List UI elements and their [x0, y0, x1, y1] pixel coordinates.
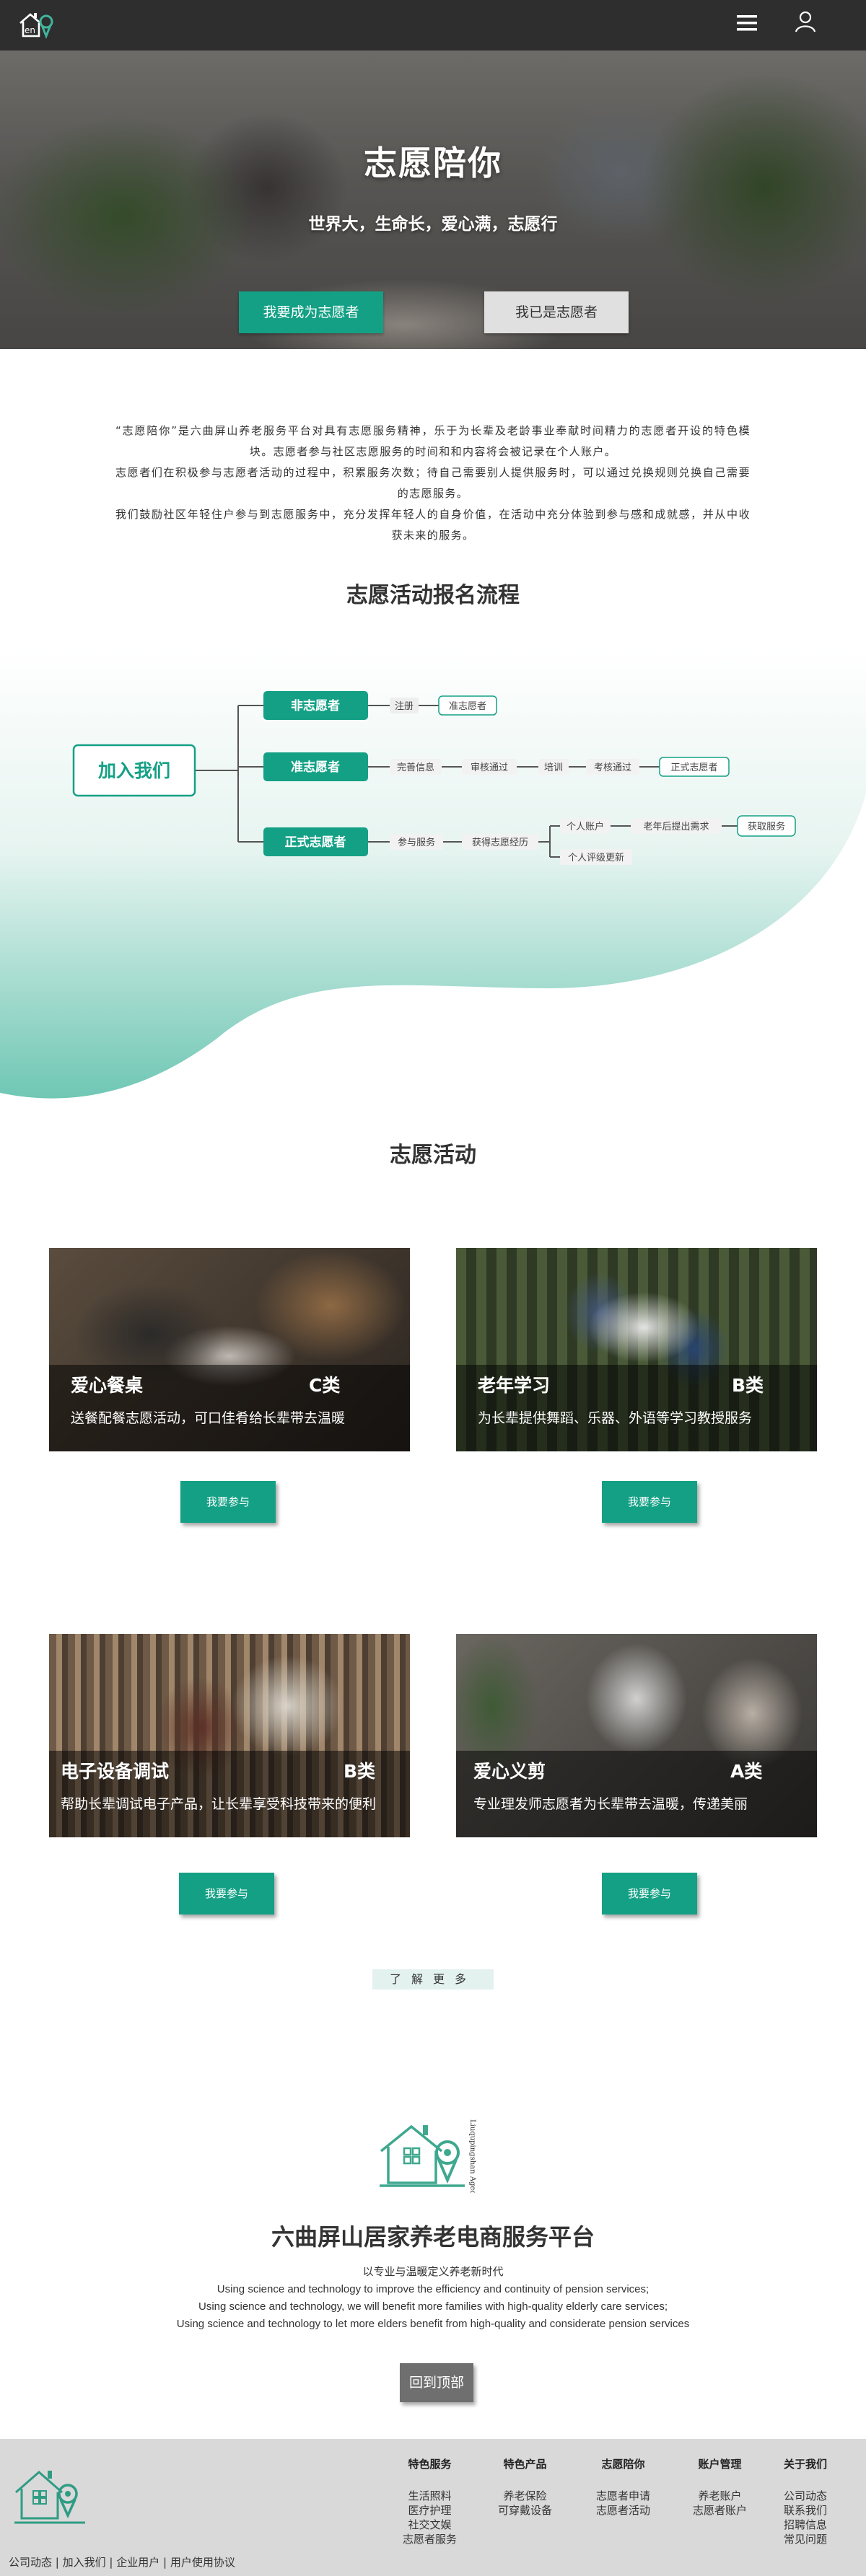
footer-link[interactable]: 可穿戴设备 [498, 2503, 552, 2518]
card-class-badge: B类 [732, 1375, 764, 1396]
intro-paragraph: “志愿陪你”是六曲屏山养老服务平台对具有志愿服务精神，乐于为长辈及老龄事业奉献时… [115, 424, 751, 458]
step-review-passed: 审核通过 [471, 762, 508, 773]
card-description: 送餐配餐志愿活动，可口佳肴给长辈带去温暖 [71, 1410, 346, 1426]
footer-bottom-link[interactable]: 公司动态 [9, 2556, 52, 2569]
join-us-label: 加入我们 [97, 760, 170, 781]
footer-link[interactable]: 志愿者账户 [693, 2503, 747, 2518]
back-to-top-button[interactable]: 回到顶部 [400, 2363, 473, 2402]
footer-link[interactable]: 社交文娱 [403, 2518, 457, 2532]
footer-link[interactable]: 公司动态 [784, 2489, 827, 2503]
footer-bottom-link[interactable]: 用户使用协议 [170, 2556, 235, 2569]
card-title: 电子设备调试 [61, 1761, 170, 1782]
platform-slogan-line: Using science and technology to let more… [176, 2318, 690, 2330]
footer-link[interactable]: 招聘信息 [784, 2518, 827, 2532]
top-navigation-bar: en [0, 0, 866, 50]
hero-banner: 志愿陪你 世界大，生命长，爱心满，志愿行 我要成为志愿者 我已是志愿者 [0, 50, 866, 349]
card-class-badge: C类 [309, 1375, 341, 1396]
intro-paragraph: 志愿者们在积极参与志愿者活动的过程中，积累服务次数；待自己需要别人提供服务时，可… [115, 466, 751, 500]
footer-column-services: 特色服务 生活照料 医疗护理 社交文娱 志愿者服务 [403, 2456, 457, 2546]
platform-slogan-line: 以专业与温暖定义养老新时代 [362, 2266, 504, 2278]
footer-link[interactable]: 生活照料 [403, 2489, 457, 2503]
platform-slogan-line: Using science and technology, we will be… [198, 2300, 668, 2313]
official-volunteer-label: 正式志愿者 [285, 835, 346, 850]
activity-card-learning[interactable]: 老年学习 B类 为长辈提供舞蹈、乐器、外语等学习教授服务 [456, 1248, 817, 1451]
footer-bottom-links: 公司动态 | 加入我们 | 企业用户 | 用户使用协议 [9, 2556, 235, 2569]
join-devices-button[interactable]: 我要参与 [179, 1873, 274, 1915]
learn-more-link[interactable]: 了解更多 [372, 1969, 494, 1990]
prospective-volunteer-label: 准志愿者 [291, 760, 340, 775]
process-section-title: 志愿活动报名流程 [346, 583, 520, 608]
card-title: 爱心餐桌 [71, 1375, 144, 1396]
step-training: 培训 [544, 762, 563, 773]
platform-logo-side-text: Liuqupingshan Aged Service [468, 2119, 476, 2193]
platform-title: 六曲屏山居家养老电商服务平台 [271, 2223, 595, 2251]
card-class-badge: A类 [730, 1761, 763, 1782]
join-meals-button[interactable]: 我要参与 [180, 1481, 276, 1523]
footer-link[interactable]: 养老账户 [693, 2489, 747, 2503]
footer-column-title: 关于我们 [784, 2458, 828, 2471]
activity-card-devices[interactable]: 电子设备调试 B类 帮助长辈调试电子产品，让长辈享受科技带来的便利 [49, 1634, 410, 1837]
step-gain-experience: 获得志愿经历 [472, 837, 528, 848]
footer-link[interactable]: 养老保险 [498, 2489, 552, 2503]
footer-bottom-link[interactable]: 企业用户 [116, 2556, 159, 2569]
card-title: 老年学习 [478, 1375, 551, 1396]
non-volunteer-label: 非志愿者 [291, 698, 340, 713]
platform-logo-icon: Liuqupingshan Aged Service [380, 2119, 476, 2193]
card-description: 帮助长辈调试电子产品，让长辈享受科技带来的便利 [61, 1796, 377, 1812]
footer-link[interactable]: 志愿者活动 [596, 2503, 650, 2518]
card-description: 专业理发师志愿者为长辈带去温暖，传递美丽 [473, 1796, 748, 1812]
footer-column-products: 特色产品 养老保险 可穿戴设备 [498, 2456, 552, 2518]
footer-link[interactable]: 常见问题 [784, 2532, 827, 2546]
card-title: 爱心义剪 [473, 1761, 546, 1782]
footer-column-title: 志愿陪你 [601, 2458, 645, 2471]
hero-subtitle: 世界大，生命长，爱心满，志愿行 [308, 215, 558, 234]
hero-image-overlay [0, 50, 866, 349]
footer-link[interactable]: 志愿者申请 [596, 2489, 650, 2503]
step-rating-update: 个人评级更新 [568, 852, 624, 863]
footer: 特色服务 生活照料 医疗护理 社交文娱 志愿者服务 特色产品 养老保险 可穿戴设… [0, 2439, 866, 2576]
footer-logo-icon[interactable] [13, 2462, 95, 2527]
footer-link[interactable]: 医疗护理 [403, 2503, 457, 2518]
registration-process-diagram: 加入我们 非志愿者 准志愿者 正式志愿者 注册 准志愿者 完善信息 审核通过 培… [72, 691, 796, 865]
intro-text: “志愿陪你”是六曲屏山养老服务平台对具有志愿服务精神，乐于为长辈及老龄事业奉献时… [115, 421, 751, 546]
user-icon[interactable] [792, 9, 818, 35]
step-official-volunteer: 正式志愿者 [670, 762, 717, 773]
footer-column-account: 账户管理 养老账户 志愿者账户 [693, 2456, 747, 2518]
activities-section-title: 志愿活动 [390, 1143, 476, 1168]
footer-column-volunteer: 志愿陪你 志愿者申请 志愿者活动 [596, 2456, 650, 2518]
step-participate-service: 参与服务 [398, 837, 435, 848]
step-register: 注册 [395, 701, 414, 712]
step-prospective-volunteer: 准志愿者 [449, 701, 486, 712]
footer-link[interactable]: 联系我们 [784, 2503, 827, 2518]
step-obtain-service: 获取服务 [748, 821, 785, 832]
card-class-badge: B类 [344, 1761, 376, 1782]
already-volunteer-button[interactable]: 我已是志愿者 [484, 291, 629, 333]
footer-column-title: 特色服务 [408, 2458, 452, 2471]
activity-card-haircut[interactable]: 爱心义剪 A类 专业理发师志愿者为长辈带去温暖，传递美丽 [456, 1634, 817, 1837]
activity-card-meals[interactable]: 爱心餐桌 C类 送餐配餐志愿活动，可口佳肴给长辈带去温暖 [49, 1248, 410, 1451]
footer-bottom-link[interactable]: 加入我们 [63, 2556, 106, 2569]
join-learning-button[interactable]: 我要参与 [602, 1481, 697, 1523]
platform-slogan-line: Using science and technology to improve … [216, 2283, 650, 2295]
step-complete-info: 完善信息 [397, 762, 434, 773]
become-volunteer-button[interactable]: 我要成为志愿者 [239, 291, 383, 333]
join-haircut-button[interactable]: 我要参与 [602, 1873, 697, 1915]
step-request-in-old-age: 老年后提出需求 [643, 821, 709, 832]
logo-text: en [25, 25, 35, 35]
hero-title: 志愿陪你 [364, 144, 502, 183]
step-personal-account: 个人账户 [567, 821, 604, 832]
platform-slogan: 以专业与温暖定义养老新时代 Using science and technolo… [0, 2264, 866, 2333]
footer-column-about: 关于我们 公司动态 联系我们 招聘信息 常见问题 [784, 2456, 827, 2546]
house-logo-icon[interactable]: en [17, 7, 58, 42]
intro-paragraph: 我们鼓励社区年轻住户参与到志愿服务中，充分发挥年轻人的自身价值，在活动中充分体验… [115, 508, 751, 542]
step-exam-passed: 考核通过 [594, 762, 631, 773]
hamburger-menu-icon[interactable] [735, 10, 761, 36]
footer-link[interactable]: 志愿者服务 [403, 2532, 457, 2546]
card-description: 为长辈提供舞蹈、乐器、外语等学习教授服务 [478, 1410, 753, 1426]
footer-column-title: 特色产品 [503, 2458, 547, 2471]
footer-column-title: 账户管理 [698, 2458, 742, 2471]
